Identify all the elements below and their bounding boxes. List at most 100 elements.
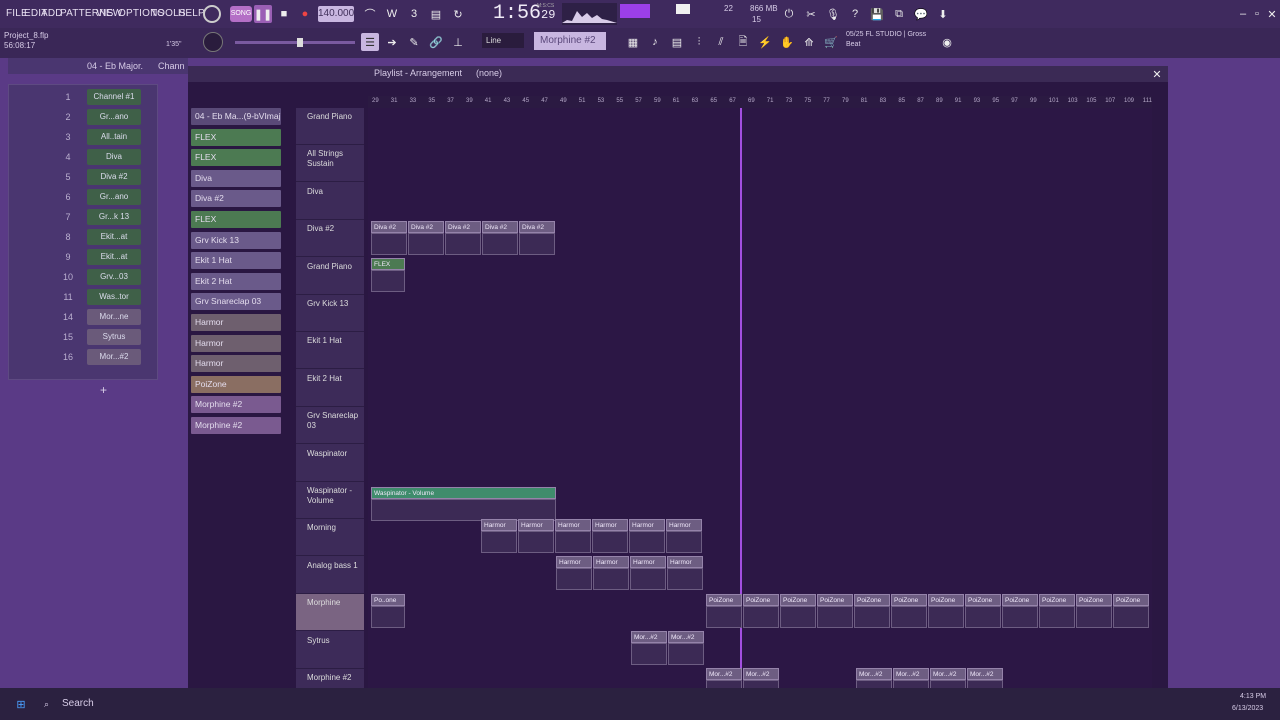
clip[interactable]: Mor...#2 [930,668,966,680]
channel-button[interactable]: Gr...ano [87,189,141,205]
clip-body[interactable] [743,606,779,628]
playlist-close-icon[interactable]: ✕ [1148,65,1166,83]
channel-mixer-number[interactable]: 14 [57,309,79,325]
chat-icon[interactable]: 💬 [912,5,930,23]
channel-button[interactable]: Diva [87,149,141,165]
clip[interactable]: PoiZone [965,594,1001,606]
download-icon[interactable]: ⬇ [934,5,952,23]
windows-start-icon[interactable]: ⊞ [12,695,30,713]
pattern-item[interactable]: Harmor [191,334,281,352]
channel-button[interactable]: Was..tor [87,289,141,305]
clip-body[interactable] [666,531,702,553]
pattern-item[interactable]: Diva #2 [191,190,281,208]
pattern-item[interactable]: Ekit 1 Hat [191,252,281,270]
clip[interactable]: Harmor [667,556,703,568]
clip[interactable]: Mor...#2 [856,668,892,680]
power-icon[interactable]: ⏻ [780,5,798,23]
clip-body[interactable] [518,531,554,553]
track-header[interactable]: Grand Piano [296,108,364,145]
clip[interactable]: Diva #2 [371,221,407,233]
clip[interactable]: PoiZone [1113,594,1149,606]
playlist-icon[interactable]: ▦ [624,33,642,51]
clip[interactable]: Harmor [555,519,591,531]
taskbar-search[interactable]: Search [62,698,94,709]
clip[interactable]: Diva #2 [482,221,518,233]
track-header[interactable]: Ekit 1 Hat [296,332,364,370]
channel-button[interactable]: Channel #1 [87,89,141,105]
clip-body[interactable] [371,606,405,628]
pattern-item[interactable]: Morphine #2 [191,417,281,434]
clip-body[interactable] [481,531,517,553]
channel-button[interactable]: Mor...ne [87,309,141,325]
draw-icon[interactable]: ✎ [405,33,423,51]
channel-mixer-number[interactable]: 3 [57,129,79,145]
clip[interactable]: Harmor [666,519,702,531]
clip-body[interactable] [371,499,556,521]
channel-mixer-number[interactable]: 9 [57,249,79,265]
channel-button[interactable]: Sytrus [87,329,141,345]
clip-body[interactable] [445,233,481,255]
channel-mixer-number[interactable]: 16 [57,349,79,365]
clip[interactable]: Diva #2 [408,221,444,233]
track-header[interactable]: Waspinator [296,445,364,482]
clip[interactable]: PoiZone [1076,594,1112,606]
clip[interactable]: Harmor [593,556,629,568]
channel-mixer-number[interactable]: 4 [57,149,79,165]
pattern-item[interactable]: Harmor [191,314,281,331]
link-icon[interactable]: 🔗 [427,33,445,51]
pattern-item[interactable]: FLEX [191,149,281,167]
track-header[interactable]: Grv Snareclap 03 [296,407,364,445]
channel-button[interactable]: Ekit...at [87,249,141,265]
channel-mixer-number[interactable]: 6 [57,189,79,205]
channel-mixer-number[interactable]: 5 [57,169,79,185]
clip[interactable]: PoiZone [743,594,779,606]
pattern-item[interactable]: 04 - Eb Ma...(9-bVImaj7) [191,108,281,125]
timeline-ruler[interactable]: 29 31 33 35 37 39 41 43 45 47 49 51 53 55 57 59 61 63 65 67… [368,96,1152,108]
search-icon[interactable]: ⌕ [44,699,49,710]
news-cycle-icon[interactable]: ◉ [938,33,956,51]
channel-mixer-number[interactable]: 8 [57,229,79,245]
clip[interactable]: Harmor [556,556,592,568]
help-icon[interactable]: ? [846,5,864,23]
snap-icon[interactable]: ☰ [361,33,379,51]
close-icon[interactable]: ✕ [1263,5,1280,23]
clip-body[interactable] [667,568,703,590]
wait-input-icon[interactable]: W [383,5,401,23]
browser-icon[interactable]: ⫽ [712,33,730,51]
clip-body[interactable] [371,270,405,292]
metronome-icon[interactable]: ⌒ [361,5,379,23]
clip[interactable]: Mor...#2 [743,668,779,680]
clip-body[interactable] [817,606,853,628]
master-pitch-knob[interactable] [203,32,223,52]
loop-record-icon[interactable]: ↻ [449,5,467,23]
pattern-item[interactable]: PoiZone [191,375,281,393]
channel-button[interactable]: Gr...k 13 [87,209,141,225]
clip[interactable]: PoiZone [780,594,816,606]
clip[interactable]: Mor...#2 [893,668,929,680]
clip-body[interactable] [629,531,665,553]
hand-icon[interactable]: ✋ [778,33,796,51]
menu-help[interactable]: HELP [178,8,205,19]
news-line1[interactable]: 05/25 FL STUDIO | Gross [846,31,926,38]
mixer-sliders-icon[interactable]: ⫶ [690,33,708,51]
clip[interactable]: Po..one [371,594,405,606]
master-volume-knob[interactable] [203,5,221,23]
add-channel-button[interactable]: + [100,383,107,397]
channel-mixer-number[interactable]: 7 [57,209,79,225]
snap-select[interactable]: Line [482,33,524,48]
clip-body[interactable] [555,531,591,553]
clip[interactable]: Harmor [518,519,554,531]
clip[interactable]: FLEX [371,258,405,270]
stop-button[interactable]: ■ [275,5,293,23]
track-header[interactable]: Morning [296,519,364,557]
channel-button[interactable]: Ekit...at [87,229,141,245]
clip-body[interactable] [706,606,742,628]
piano-roll-icon[interactable]: ♪ [646,33,664,51]
clip[interactable]: PoiZone [1039,594,1075,606]
pattern-item[interactable]: Diva [191,169,281,187]
clip-body[interactable] [854,606,890,628]
pattern-item[interactable]: FLEX [191,128,281,146]
clip[interactable]: PoiZone [891,594,927,606]
pattern-item[interactable]: Grv Kick 13 [191,231,281,249]
track-header[interactable]: Diva [296,183,364,220]
